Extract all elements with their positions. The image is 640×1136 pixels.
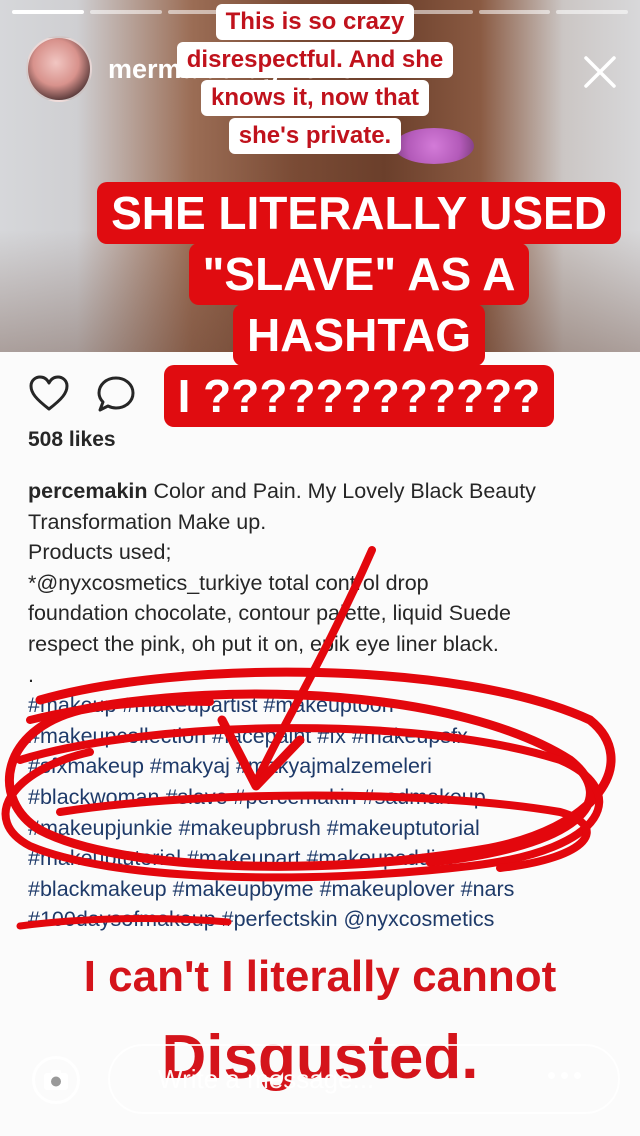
overlay-text-line: HASHTAG (232, 304, 486, 366)
caption-text-line: respect the pink, oh put it on, epik eye… (28, 631, 499, 656)
caption-first-line: percemakin Color and Pain. My Lovely Bla… (28, 476, 618, 507)
camera-icon (44, 1070, 68, 1090)
caption-text-line: Transformation Make up. (28, 509, 267, 534)
comment-icon[interactable] (95, 374, 137, 414)
hashtag-line[interactable]: #sfxmakeup #makyaj #makyajmalzemeleri (28, 751, 618, 782)
bottom-text-line: I can't I literally cannot (83, 952, 557, 1001)
avatar[interactable] (26, 36, 92, 102)
message-input[interactable]: Write a message... (108, 1044, 620, 1114)
likes-count[interactable]: 508 likes (28, 428, 116, 452)
hashtag-line[interactable]: #makeupcollection #facepaint #fx #makeup… (28, 721, 618, 752)
dot (561, 1072, 568, 1079)
message-input-placeholder: Write a message... (158, 1064, 375, 1094)
dot (548, 1072, 555, 1079)
story-top-caption: This is so crazy disrespectful. And she … (150, 4, 480, 156)
close-icon[interactable] (580, 52, 620, 92)
caption-username[interactable]: percemakin (28, 479, 148, 503)
overlay-text-line: "SLAVE" AS A (188, 243, 530, 305)
top-caption-line: This is so crazy (215, 4, 415, 40)
progress-segment (556, 10, 628, 14)
top-caption-line: knows it, now that (201, 80, 429, 116)
post-caption: percemakin Color and Pain. My Lovely Bla… (28, 476, 618, 935)
hashtag-line[interactable]: #makeuptutorial #makeupart #makeupaddict (28, 843, 618, 874)
caption-text-line: . (28, 662, 34, 687)
overlay-text-line: I ???????????? (163, 365, 555, 427)
hashtag-line[interactable]: #makeupjunkie #makeupbrush #makeuptutori… (28, 813, 618, 844)
hashtag-line[interactable]: #makeup #makeupartist #makeuptoon (28, 690, 618, 721)
story-overlay-text: SHE LITERALLY USED "SLAVE" AS A HASHTAG … (84, 182, 634, 427)
top-caption-line: she's private. (228, 118, 402, 154)
progress-segment (478, 10, 551, 14)
hashtag-line[interactable]: #100daysofmakeup #perfectskin @nyxcosmet… (28, 904, 618, 935)
camera-button[interactable] (32, 1056, 80, 1104)
more-icon[interactable] (548, 1072, 588, 1086)
top-caption-line: disrespectful. And she (176, 42, 454, 78)
caption-text-line: foundation chocolate, contour palette, l… (28, 601, 511, 626)
progress-segment (12, 10, 84, 14)
story-viewer: mermaidthuglife 5h This is so crazy disr… (0, 0, 640, 1136)
hashtag-line[interactable]: #blackmakeup #makeupbyme #makeuplover #n… (28, 874, 618, 905)
caption-text-line: Color and Pain. My Lovely Black Beauty (153, 479, 536, 503)
caption-text-line: Products used; (28, 540, 172, 565)
dot (574, 1072, 581, 1079)
caption-text-line: *@nyxcosmetics_turkiye total control dro… (28, 570, 429, 595)
heart-icon[interactable] (28, 374, 70, 414)
hashtag-line[interactable]: #blackwoman #slave #percemakin #sadmakeu… (28, 782, 618, 813)
overlay-text-line: SHE LITERALLY USED (97, 182, 621, 244)
